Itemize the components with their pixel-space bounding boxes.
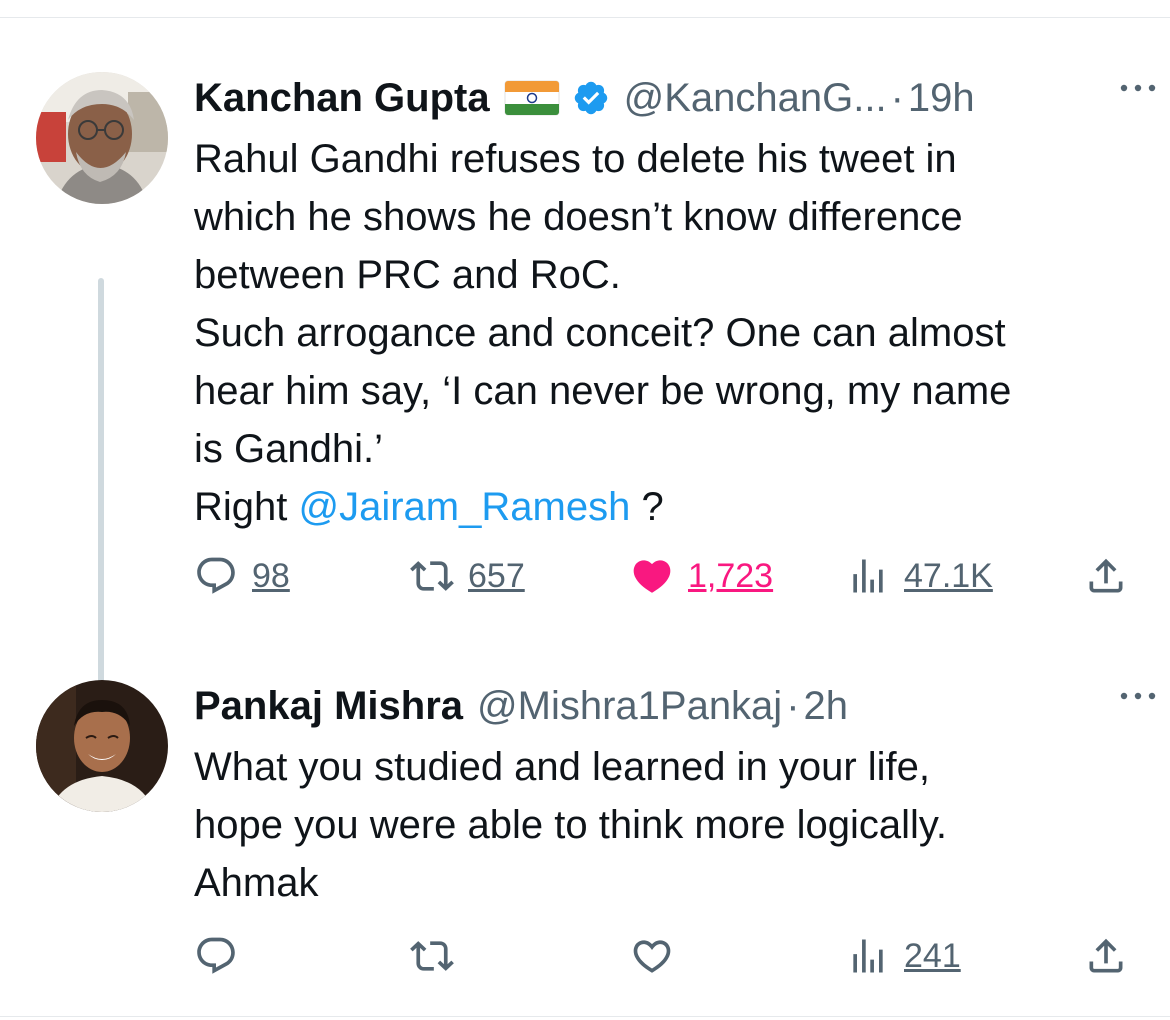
tweet-text: Rahul Gandhi refuses to delete his tweet… [194,130,1134,536]
author-name[interactable]: Kanchan Gupta [194,76,490,121]
tweet-text-line: Ahmak [194,861,319,905]
reply-button[interactable] [194,926,238,986]
view-count[interactable]: 47.1K [904,557,993,596]
reply-icon [197,557,235,594]
reply-icon [197,937,235,974]
india-flag-icon [504,80,560,116]
like-button[interactable]: 1,723 [630,546,773,606]
retweet-icon [410,561,454,591]
verified-badge-icon [572,79,610,117]
like-button[interactable] [630,926,674,986]
tweet-text-line: Right @Jairam_Ramesh ? [194,478,1134,536]
tweet-header: Pankaj Mishra @Mishra1Pankaj · 2h [194,678,1130,734]
action-bar: 241 [0,926,1170,986]
more-icon[interactable] [1116,78,1160,98]
dot-separator: · [890,75,904,120]
views-button[interactable]: 47.1K [846,546,993,606]
more-icon[interactable] [1116,686,1160,706]
view-count[interactable]: 241 [904,937,961,976]
tweet-text-line: Rahul Gandhi refuses to delete his tweet… [194,137,957,181]
timestamp[interactable]: 19h [908,76,975,121]
retweet-icon [410,941,454,971]
timestamp[interactable]: 2h [804,684,849,729]
text-prefix: Right [194,485,299,529]
tweet-text-line: is Gandhi.’ [194,427,383,471]
views-button[interactable]: 241 [846,926,961,986]
thread-connector [98,278,104,724]
views-icon [853,939,883,973]
tweet-text-line: Such arrogance and conceit? One can almo… [194,311,1006,355]
tweet-text-line: which he shows he doesn’t know differenc… [194,195,963,239]
author-name[interactable]: Pankaj Mishra [194,684,463,729]
retweet-button[interactable]: 657 [410,546,525,606]
views-icon [853,559,883,593]
tweet-text: What you studied and learned in your lif… [194,738,1134,912]
tweet-text-line: hear him say, ‘I can never be wrong, my … [194,369,1012,413]
action-bar: 98 657 1,723 47.1K [0,546,1170,606]
dot-separator: · [786,683,800,728]
heart-icon [633,940,671,973]
tweet-text-line: What you studied and learned in your lif… [194,745,930,789]
reply-count[interactable]: 98 [252,557,290,596]
tweet-header: Kanchan Gupta @KanchanG... · 19h [194,70,1130,126]
retweet-count[interactable]: 657 [468,557,525,596]
author-handle[interactable]: @KanchanG... [624,76,887,121]
avatar[interactable] [36,72,168,204]
share-button[interactable] [1084,926,1128,986]
bottom-divider [0,1016,1170,1017]
author-handle[interactable]: @Mishra1Pankaj [477,684,782,729]
share-icon [1089,938,1123,973]
avatar[interactable] [36,680,168,812]
heart-icon [633,560,671,593]
reply-button[interactable]: 98 [194,546,290,606]
top-divider [0,17,1170,18]
tweet-text-line: hope you were able to think more logical… [194,803,948,847]
retweet-button[interactable] [410,926,454,986]
like-count[interactable]: 1,723 [688,557,773,596]
mention-link[interactable]: @Jairam_Ramesh [299,485,631,529]
share-icon [1089,558,1123,593]
text-suffix: ? [630,485,664,529]
tweet-text-line: between PRC and RoC. [194,253,621,297]
share-button[interactable] [1084,546,1128,606]
